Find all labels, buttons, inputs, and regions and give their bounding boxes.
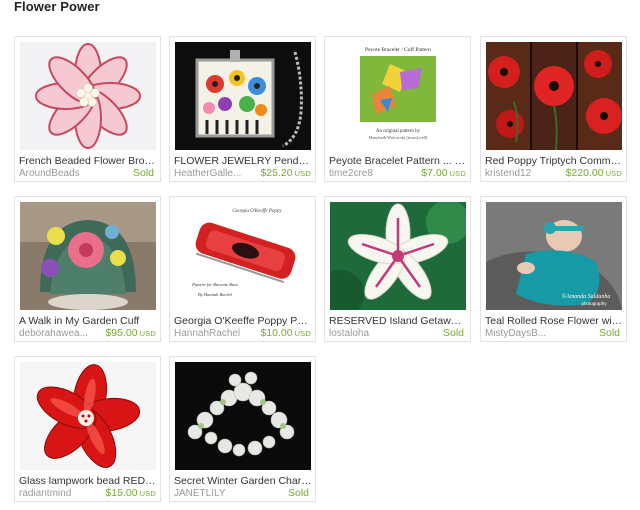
listing-title[interactable]: Peyote Bracelet Pattern ... W...: [329, 155, 467, 167]
thumb-author: Marybeth Wolowski (time2cre8): [369, 135, 428, 140]
listing-card[interactable]: RESERVED Island Getaway ... lostaloha So…: [324, 196, 471, 342]
listing-thumbnail[interactable]: [175, 42, 311, 150]
listing-thumbnail[interactable]: ©Amanda Saldanha photography: [486, 202, 622, 310]
shop-name[interactable]: MistyDaysB...: [485, 328, 565, 339]
listing-card[interactable]: Secret Winter Garden Charm ... JANETLILY…: [169, 356, 316, 502]
listing-card[interactable]: Peyote Bracelet / Cuff Pattern An origin…: [324, 36, 471, 182]
listing-thumbnail[interactable]: Georgia O'Keeffe Poppy Pattern for Barre…: [175, 202, 311, 310]
price-label: $7.00 USD: [421, 167, 466, 179]
listing-thumbnail[interactable]: [20, 362, 156, 470]
price-label: Sold: [598, 327, 620, 339]
shop-name[interactable]: AroundBeads: [19, 168, 99, 179]
winter-garden-charm-image: [175, 362, 311, 470]
flower-pendant-image: [175, 42, 311, 150]
thumb-caption: An original pattern by: [376, 129, 421, 134]
thumb-heading: Peyote Bracelet / Cuff Pattern: [365, 46, 431, 53]
red-lampwork-bead-image: [20, 362, 156, 470]
listing-card[interactable]: Glass lampwork bead RED HI... radiantmin…: [14, 356, 161, 502]
thumb-author: By Hannah Rachel: [198, 292, 233, 297]
listing-thumbnail[interactable]: [330, 202, 466, 310]
poppy-barrette-pattern-image: Georgia O'Keeffe Poppy Pattern for Barre…: [175, 202, 311, 310]
shop-name[interactable]: time2cre8: [329, 168, 409, 179]
listing-card[interactable]: Red Poppy Triptych Commis... kristend12 …: [480, 36, 627, 182]
listing-title[interactable]: French Beaded Flower Brooc...: [19, 155, 157, 167]
listing-thumbnail[interactable]: Peyote Bracelet / Cuff Pattern An origin…: [330, 42, 466, 150]
listing-title[interactable]: Glass lampwork bead RED HI...: [19, 475, 157, 487]
listing-thumbnail[interactable]: [20, 202, 156, 310]
listing-card[interactable]: Georgia O'Keeffe Poppy Pattern for Barre…: [169, 196, 316, 342]
price-label: $10.00 USD: [260, 327, 311, 339]
price-label: Sold: [287, 487, 309, 499]
shop-name[interactable]: JANETLILY: [174, 488, 254, 499]
thumb-caption: Pattern for Barrette Base: [191, 282, 238, 287]
price-label: $95.00 USD: [105, 327, 156, 339]
listing-card[interactable]: A Walk in My Garden Cuff deborahawea... …: [14, 196, 161, 342]
listing-title[interactable]: Teal Rolled Rose Flower with ...: [485, 315, 623, 327]
listing-title[interactable]: A Walk in My Garden Cuff: [19, 315, 157, 327]
listing-card[interactable]: ©Amanda Saldanha photography Teal Rolled…: [480, 196, 627, 342]
listing-card[interactable]: French Beaded Flower Brooc... AroundBead…: [14, 36, 161, 182]
page-title: Flower Power: [14, 0, 100, 14]
listing-title[interactable]: Secret Winter Garden Charm ...: [174, 475, 312, 487]
listing-thumbnail[interactable]: [486, 42, 622, 150]
thumb-watermark: ©Amanda Saldanha: [562, 293, 611, 300]
price-label: $220.00 USD: [565, 167, 622, 179]
treasury-grid: French Beaded Flower Brooc... AroundBead…: [14, 36, 634, 506]
shop-name[interactable]: HeatherGalle...: [174, 168, 254, 179]
beaded-flower-brooch-image: [20, 42, 156, 150]
shop-name[interactable]: radiantmind: [19, 488, 99, 499]
listing-title[interactable]: Georgia O'Keeffe Poppy Patt...: [174, 315, 312, 327]
price-label: $25.20 USD: [260, 167, 311, 179]
shop-name[interactable]: HannahRachel: [174, 328, 254, 339]
shop-name[interactable]: kristend12: [485, 168, 565, 179]
price-label: $15.00 USD: [105, 487, 156, 499]
price-label: Sold: [442, 327, 464, 339]
shop-name[interactable]: deborahawea...: [19, 328, 99, 339]
listing-card[interactable]: FLOWER JEWELRY Pendan... HeatherGalle...…: [169, 36, 316, 182]
listing-title[interactable]: FLOWER JEWELRY Pendan...: [174, 155, 312, 167]
listing-thumbnail[interactable]: [175, 362, 311, 470]
listing-title[interactable]: RESERVED Island Getaway ...: [329, 315, 467, 327]
listing-thumbnail[interactable]: [20, 42, 156, 150]
thumb-heading: Georgia O'Keeffe Poppy: [232, 209, 282, 214]
listing-title[interactable]: Red Poppy Triptych Commis...: [485, 155, 623, 167]
price-label: Sold: [132, 167, 154, 179]
garden-cuff-image: [20, 202, 156, 310]
peyote-bracelet-pattern-image: Peyote Bracelet / Cuff Pattern An origin…: [330, 42, 466, 150]
shop-name[interactable]: lostaloha: [329, 328, 409, 339]
teal-rose-headband-baby-image: ©Amanda Saldanha photography: [486, 202, 622, 310]
island-getaway-beaded-flower-image: [330, 202, 466, 310]
red-poppy-triptych-image: [486, 42, 622, 150]
thumb-watermark-sub: photography: [581, 301, 607, 306]
